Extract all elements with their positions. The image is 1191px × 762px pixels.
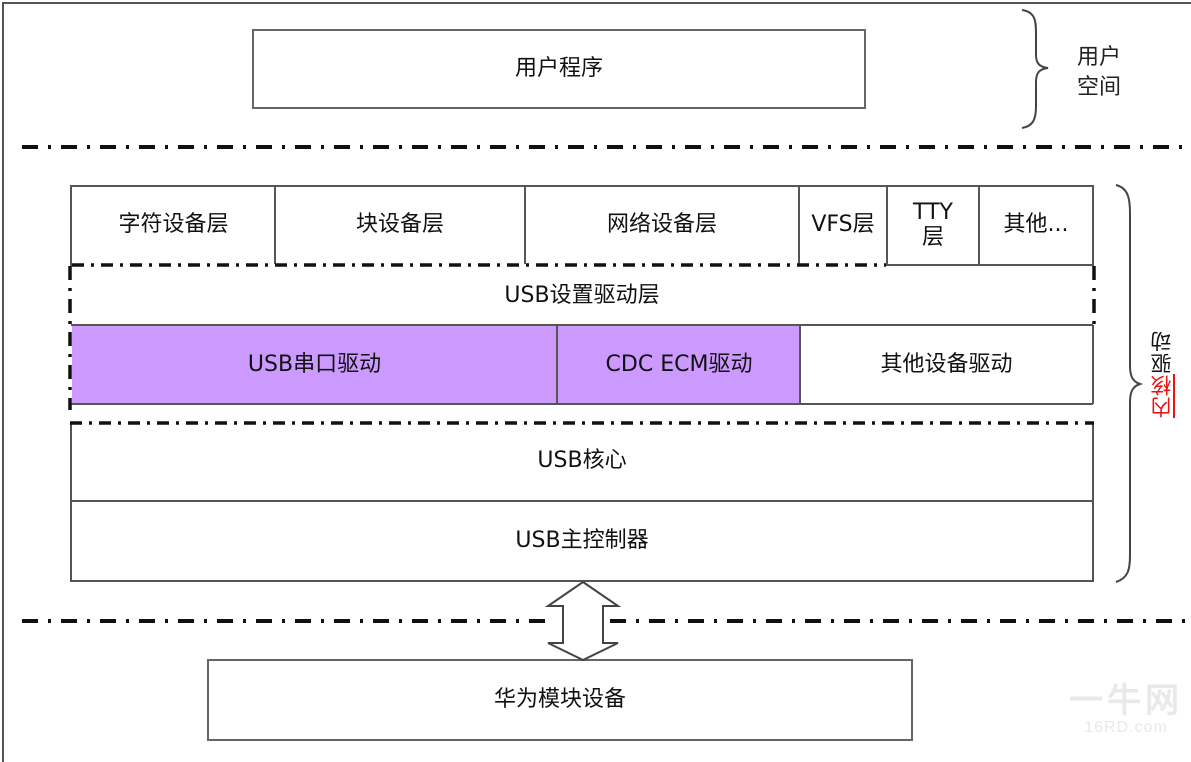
driver-cdc-ecm: CDC ECM驱动 [558,326,800,403]
huawei-module-device-box: 华为模块设备 [207,659,913,741]
drivers-row-bottom [71,403,1093,405]
layer-tty: TTY 层 [888,187,978,263]
layer-char-device: 字符设备层 [72,187,275,263]
user-space-label-line1: 用户 [1077,45,1122,70]
layer-row-bottom-solid [886,264,1094,266]
layer-vfs-label: VFS层 [811,212,875,238]
huawei-module-device-label: 华为模块设备 [493,687,626,713]
kernel-driver-label: 内核驱动 [1147,330,1177,418]
driver-cdc-ecm-label: CDC ECM驱动 [605,351,753,377]
layer-block-device-label: 块设备层 [355,212,444,238]
layer-tty-label: TTY 层 [913,199,953,250]
driver-usb-serial: USB串口驱动 [72,326,557,403]
driver-other-devices: 其他设备驱动 [801,326,1092,403]
layer-network-device: 网络设备层 [526,187,798,263]
layer-block-device: 块设备层 [276,187,524,263]
drivers-row-right [1092,325,1094,404]
user-program-box: 用户程序 [252,29,866,109]
watermark-sub: 16RD.com [1084,719,1168,736]
usb-core-label: USB核心 [537,448,627,474]
kernel-label-red: 内核 [1150,374,1174,418]
watermark: 一牛网 16RD.com [1069,683,1183,737]
layer-network-device-label: 网络设备层 [606,212,717,238]
usb-core-box: USB核心 [70,422,1094,502]
user-program-label: 用户程序 [514,56,603,82]
usb-device-driver-layer: USB设置驱动层 [72,267,1092,324]
driver-other-devices-label: 其他设备驱动 [880,351,1013,377]
usb-host-controller-label: USB主控制器 [515,528,649,554]
usb-host-controller-box: USB主控制器 [70,500,1094,582]
layer-other-label: 其他... [1003,212,1069,238]
watermark-main: 一牛网 [1069,682,1183,720]
usb-device-driver-layer-label: USB设置驱动层 [504,282,660,308]
layer-other: 其他... [980,187,1092,263]
layer-vfs: VFS层 [800,187,886,263]
kernel-label-black: 驱动 [1150,330,1174,374]
user-space-label: 用户 空间 [1077,43,1121,103]
driver-usb-serial-label: USB串口驱动 [247,351,382,377]
user-space-label-line2: 空间 [1077,75,1122,100]
layer-char-device-label: 字符设备层 [118,212,229,238]
